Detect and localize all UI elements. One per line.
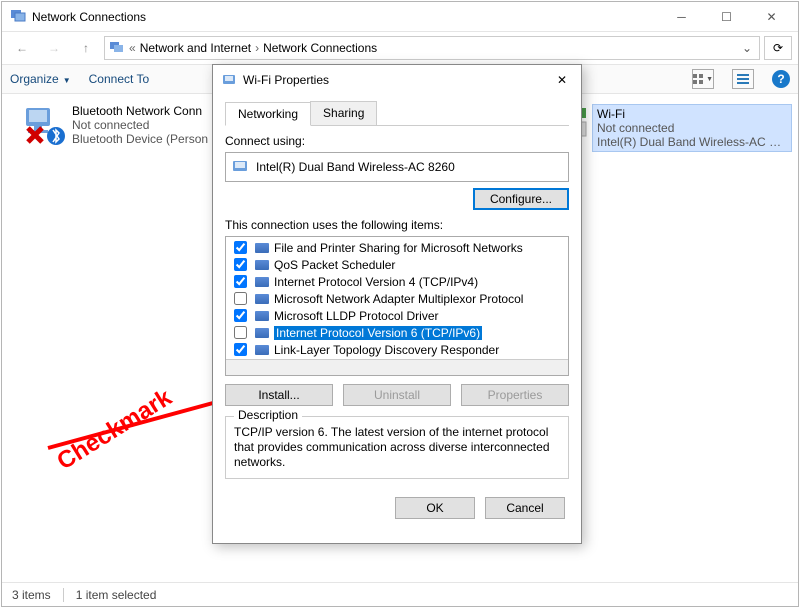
- dialog-title: Wi-Fi Properties: [243, 73, 551, 87]
- maximize-button[interactable]: ☐: [704, 3, 749, 31]
- item-checkbox[interactable]: [234, 326, 247, 339]
- breadcrumb-sep-icon: «: [129, 41, 136, 55]
- description-group: Description TCP/IP version 6. The latest…: [225, 416, 569, 479]
- list-item[interactable]: Internet Protocol Version 6 (TCP/IPv6): [228, 324, 566, 341]
- dialog-titlebar: Wi-Fi Properties ✕: [213, 65, 581, 95]
- tab-sharing[interactable]: Sharing: [310, 101, 377, 125]
- item-checkbox[interactable]: [234, 343, 247, 356]
- list-item[interactable]: QoS Packet Scheduler: [228, 256, 566, 273]
- breadcrumb-dropdown-icon[interactable]: ⌄: [739, 41, 755, 55]
- connection-item-wifi[interactable]: Wi-Fi Not connected Intel(R) Dual Band W…: [592, 104, 792, 152]
- dialog-close-button[interactable]: ✕: [551, 69, 573, 91]
- protocol-icon: [254, 275, 270, 289]
- items-label: This connection uses the following items…: [225, 218, 569, 232]
- list-item[interactable]: Microsoft Network Adapter Multiplexor Pr…: [228, 290, 566, 307]
- bluetooth-connection-icon: [22, 106, 66, 146]
- dialog-icon: [221, 71, 237, 90]
- connection-items-list[interactable]: File and Printer Sharing for Microsoft N…: [225, 236, 569, 376]
- connection-device: Intel(R) Dual Band Wireless-AC 82...: [597, 135, 787, 149]
- item-label: Internet Protocol Version 6 (TCP/IPv6): [274, 326, 482, 340]
- item-checkbox[interactable]: [234, 309, 247, 322]
- status-selected-count: 1 item selected: [76, 588, 157, 602]
- item-label: Microsoft Network Adapter Multiplexor Pr…: [274, 292, 523, 306]
- list-item[interactable]: Internet Protocol Version 4 (TCP/IPv4): [228, 273, 566, 290]
- description-text: TCP/IP version 6. The latest version of …: [234, 425, 560, 470]
- description-legend: Description: [234, 408, 302, 422]
- connection-status: Not connected: [597, 121, 787, 135]
- protocol-icon: [254, 326, 270, 340]
- status-divider: [63, 588, 64, 602]
- protocol-icon: [254, 309, 270, 323]
- item-label: Microsoft LLDP Protocol Driver: [274, 309, 439, 323]
- protocol-icon: [254, 343, 270, 357]
- tab-networking[interactable]: Networking: [225, 102, 311, 126]
- annotation-label: Checkmark: [52, 384, 177, 476]
- configure-button[interactable]: Configure...: [473, 188, 569, 210]
- back-button[interactable]: ←: [8, 34, 36, 62]
- minimize-button[interactable]: ─: [659, 3, 704, 31]
- breadcrumb-part[interactable]: Network and Internet: [140, 41, 251, 55]
- chevron-right-icon: ›: [255, 41, 259, 55]
- up-button[interactable]: ↑: [72, 34, 100, 62]
- item-checkbox[interactable]: [234, 258, 247, 271]
- close-button[interactable]: ✕: [749, 3, 794, 31]
- status-item-count: 3 items: [12, 588, 51, 602]
- help-icon[interactable]: ?: [772, 70, 790, 88]
- item-label: QoS Packet Scheduler: [274, 258, 395, 272]
- wifi-properties-dialog: Wi-Fi Properties ✕ Networking Sharing Co…: [212, 64, 582, 544]
- adapter-icon: [232, 159, 250, 176]
- breadcrumb[interactable]: « Network and Internet › Network Connect…: [104, 36, 760, 60]
- titlebar: Network Connections ─ ☐ ✕: [2, 2, 798, 32]
- protocol-icon: [254, 292, 270, 306]
- item-checkbox[interactable]: [234, 275, 247, 288]
- connect-using-label: Connect using:: [225, 134, 569, 148]
- window-title: Network Connections: [32, 10, 659, 24]
- properties-button: Properties: [461, 384, 569, 406]
- item-checkbox[interactable]: [234, 292, 247, 305]
- list-item[interactable]: Link-Layer Topology Discovery Responder: [228, 341, 566, 358]
- breadcrumb-part[interactable]: Network Connections: [263, 41, 377, 55]
- uninstall-button: Uninstall: [343, 384, 451, 406]
- refresh-button[interactable]: ⟳: [764, 36, 792, 60]
- view-details-button[interactable]: [732, 69, 754, 89]
- item-label: File and Printer Sharing for Microsoft N…: [274, 241, 523, 255]
- cancel-button[interactable]: Cancel: [485, 497, 565, 519]
- connection-name: Wi-Fi: [597, 107, 787, 121]
- protocol-icon: [254, 241, 270, 255]
- status-bar: 3 items 1 item selected: [2, 582, 798, 606]
- item-label: Link-Layer Topology Discovery Responder: [274, 343, 499, 357]
- list-item[interactable]: Microsoft LLDP Protocol Driver: [228, 307, 566, 324]
- horizontal-scrollbar[interactable]: ◂ ▸: [226, 359, 568, 375]
- breadcrumb-icon: [109, 40, 125, 57]
- list-item[interactable]: File and Printer Sharing for Microsoft N…: [228, 239, 566, 256]
- install-button[interactable]: Install...: [225, 384, 333, 406]
- forward-button[interactable]: →: [40, 34, 68, 62]
- adapter-box: Intel(R) Dual Band Wireless-AC 8260: [225, 152, 569, 182]
- organize-menu[interactable]: Organize▼: [10, 72, 71, 86]
- nav-row: ← → ↑ « Network and Internet › Network C…: [2, 32, 798, 64]
- tab-row: Networking Sharing: [225, 101, 569, 126]
- ok-button[interactable]: OK: [395, 497, 475, 519]
- app-icon: [10, 7, 26, 26]
- item-label: Internet Protocol Version 4 (TCP/IPv4): [274, 275, 478, 289]
- item-checkbox[interactable]: [234, 241, 247, 254]
- protocol-icon: [254, 258, 270, 272]
- view-icons-button[interactable]: ▼: [692, 69, 714, 89]
- adapter-name: Intel(R) Dual Band Wireless-AC 8260: [256, 160, 455, 174]
- connect-to-menu[interactable]: Connect To: [89, 72, 150, 86]
